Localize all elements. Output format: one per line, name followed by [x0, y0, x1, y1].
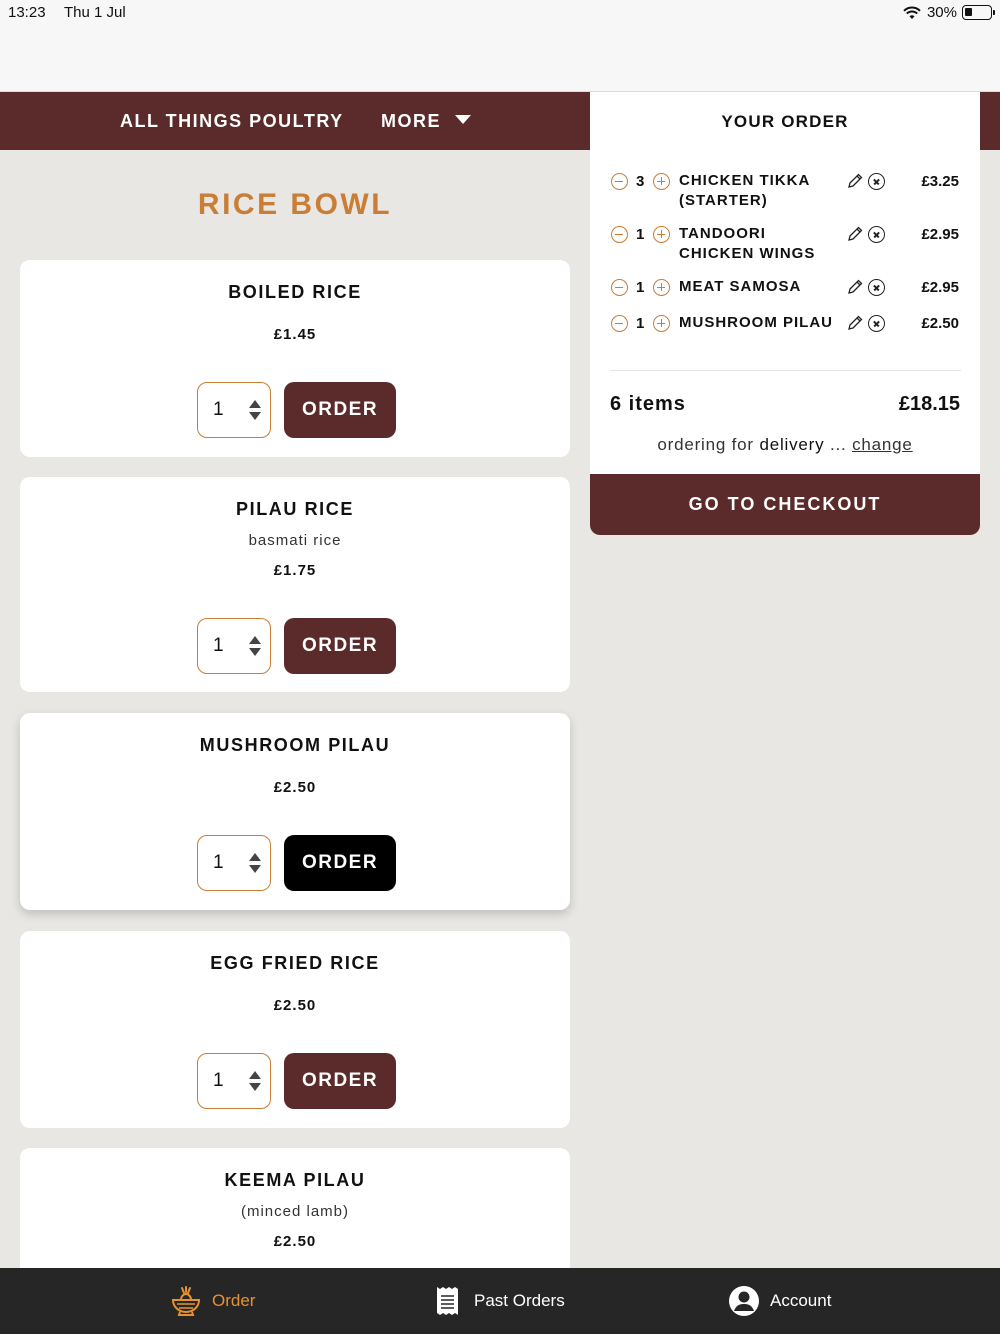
order-total: £18.15 [898, 393, 960, 415]
food-bowl-icon [171, 1286, 201, 1316]
select-arrows-icon [249, 636, 261, 656]
select-arrows-icon [249, 853, 261, 873]
order-line-price: £2.95 [921, 226, 959, 243]
nav-more-label: MORE [381, 111, 441, 131]
status-date: Thu 1 Jul [64, 4, 126, 21]
select-arrows-icon [249, 1071, 261, 1091]
menu-item-card: MUSHROOM PILAU £2.50 1 ORDER [20, 713, 570, 910]
tab-past-orders[interactable]: Past Orders [432, 1268, 565, 1334]
pencil-icon[interactable] [846, 225, 864, 243]
increase-quantity-icon[interactable] [653, 173, 670, 190]
menu-item-description: basmati rice [248, 532, 342, 549]
order-title: YOUR ORDER [721, 112, 849, 131]
receipt-icon [437, 1287, 458, 1315]
tab-account[interactable]: Account [728, 1268, 831, 1334]
battery-icon [962, 5, 995, 20]
order-line-name: TANDOORI CHICKEN WINGS [679, 225, 816, 262]
bottom-tab-bar: Order Past Orders Account [0, 1268, 1000, 1334]
pencil-icon[interactable] [846, 314, 864, 332]
menu-item-card: BOILED RICE £1.45 1 ORDER [20, 260, 570, 457]
user-circle-icon [729, 1286, 759, 1316]
delivery-mode-line: ordering for delivery ... change [590, 435, 980, 455]
order-button[interactable]: ORDER [284, 618, 396, 674]
status-indicators: 30% [902, 4, 995, 21]
order-line-name: CHICKEN TIKKA (STARTER) [679, 172, 810, 209]
menu-item-price: £2.50 [273, 779, 317, 796]
menu-item-price: £2.50 [273, 997, 317, 1014]
quantity-value: 1 [213, 635, 224, 656]
decrease-quantity-icon[interactable] [611, 279, 628, 296]
go-to-checkout-button[interactable]: GO TO CHECKOUT [590, 474, 980, 535]
menu-item-card: EGG FRIED RICE £2.50 1 ORDER [20, 931, 570, 1128]
quantity-value: 1 [213, 399, 224, 420]
section-title: RICE BOWL [197, 188, 393, 221]
nav-all-things-poultry[interactable]: ALL THINGS POULTRY [120, 92, 344, 150]
order-button[interactable]: ORDER [284, 835, 396, 891]
pencil-icon[interactable] [846, 172, 864, 190]
menu-item-card: PILAU RICE basmati rice £1.75 1 ORDER [20, 477, 570, 692]
menu-item-description: (minced lamb) [240, 1203, 350, 1220]
order-summary-panel: YOUR ORDER 3 CHICKEN TIKKA (STARTER) £3.… [590, 92, 980, 535]
order-line-quantity: 1 [636, 279, 645, 296]
remove-item-icon[interactable] [868, 315, 885, 332]
delivery-mode: delivery [759, 435, 825, 454]
menu-item-card: KEEMA PILAU (minced lamb) £2.50 [20, 1148, 570, 1288]
tab-past-orders-label: Past Orders [474, 1291, 565, 1310]
decrease-quantity-icon[interactable] [611, 315, 628, 332]
pencil-icon[interactable] [846, 278, 864, 296]
quantity-select[interactable]: 1 [197, 1053, 271, 1109]
caret-down-icon [455, 114, 471, 124]
remove-item-icon[interactable] [868, 173, 885, 190]
remove-item-icon[interactable] [868, 226, 885, 243]
remove-item-icon[interactable] [868, 279, 885, 296]
status-time: 13:23 [8, 4, 46, 21]
menu-item-name: BOILED RICE [228, 282, 362, 302]
nav-more-dropdown[interactable]: MORE [381, 92, 471, 150]
menu-item-name: PILAU RICE [235, 499, 354, 519]
tab-order[interactable]: Order [170, 1268, 255, 1334]
quantity-select[interactable]: 1 [197, 618, 271, 674]
menu-item-price: £1.75 [273, 562, 317, 579]
divider [610, 370, 961, 371]
order-line-name: MEAT SAMOSA [679, 278, 802, 295]
quantity-value: 1 [213, 1070, 224, 1091]
decrease-quantity-icon[interactable] [611, 173, 628, 190]
order-button[interactable]: ORDER [284, 1053, 396, 1109]
order-line-quantity: 3 [636, 173, 645, 190]
tab-account-label: Account [770, 1291, 832, 1310]
order-line-name: MUSHROOM PILAU [679, 314, 833, 331]
menu-item-price: £2.50 [273, 1233, 317, 1250]
menu-item-price: £1.45 [273, 326, 317, 343]
delivery-prefix: ordering for [657, 435, 754, 454]
quantity-select[interactable]: 1 [197, 835, 271, 891]
menu-item-name: EGG FRIED RICE [210, 953, 380, 973]
quantity-select[interactable]: 1 [197, 382, 271, 438]
order-line-price: £2.50 [921, 315, 959, 332]
decrease-quantity-icon[interactable] [611, 226, 628, 243]
order-line-price: £3.25 [921, 173, 959, 190]
status-bar: 13:23 Thu 1 Jul 30% [0, 0, 1000, 92]
tab-order-label: Order [212, 1291, 256, 1310]
menu-item-name: KEEMA PILAU [224, 1170, 366, 1190]
delivery-ellipsis: ... [829, 435, 847, 454]
battery-percent: 30% [926, 4, 957, 21]
quantity-value: 1 [213, 852, 224, 873]
menu-item-name: MUSHROOM PILAU [199, 735, 391, 755]
select-arrows-icon [249, 400, 261, 420]
increase-quantity-icon[interactable] [653, 279, 670, 296]
order-line-quantity: 1 [636, 315, 645, 332]
order-item-count: 6 items [610, 393, 686, 415]
order-button[interactable]: ORDER [284, 382, 396, 438]
order-line-quantity: 1 [636, 226, 645, 243]
order-line-price: £2.95 [921, 279, 959, 296]
increase-quantity-icon[interactable] [653, 226, 670, 243]
change-delivery-link[interactable]: change [852, 435, 913, 454]
wifi-icon [903, 6, 921, 19]
increase-quantity-icon[interactable] [653, 315, 670, 332]
